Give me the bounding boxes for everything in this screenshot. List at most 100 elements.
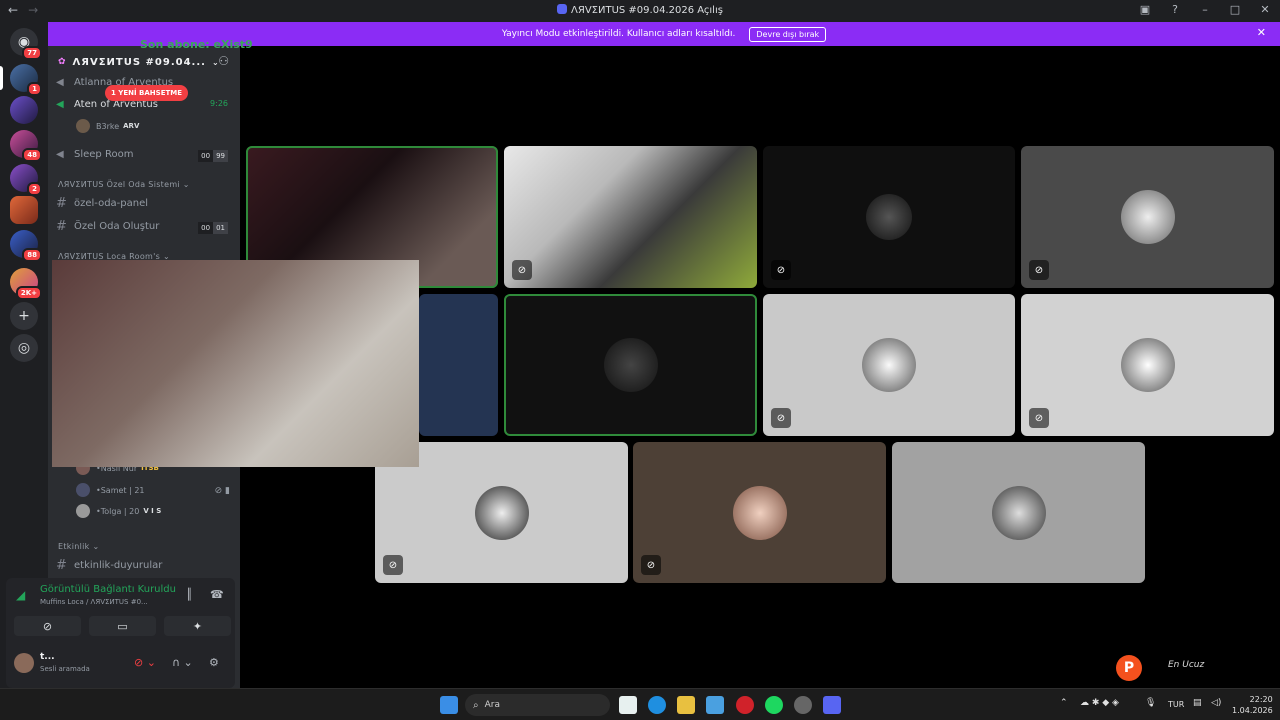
speaker-icon: ◀ xyxy=(56,148,64,160)
speaker-icon: ◀ xyxy=(56,98,64,110)
muted-mic-icon: ⊘ xyxy=(771,408,791,428)
microphone-icon[interactable]: 🎙 xyxy=(1145,698,1156,708)
category-ozel-oda[interactable]: ΛЯVΣИTUS Özel Oda Sistemi ⌄ xyxy=(58,180,190,189)
edge-icon[interactable] xyxy=(648,696,666,714)
channel-label: Sleep Room xyxy=(74,148,134,160)
user-count: 00 01 xyxy=(198,222,228,234)
inbox-icon[interactable]: ▣ xyxy=(1138,3,1152,16)
invite-icon[interactable]: ⚇ xyxy=(218,54,230,68)
opera-icon[interactable] xyxy=(736,696,754,714)
minimize-button[interactable]: – xyxy=(1198,3,1212,16)
avatar xyxy=(76,483,90,497)
avatar xyxy=(1120,338,1175,392)
video-tile[interactable] xyxy=(504,294,757,436)
headphones-icon[interactable]: ∩ ⌄ xyxy=(172,656,193,669)
server-icon-7[interactable]: 2K+ xyxy=(10,268,42,300)
settings-gear-icon[interactable]: ⚙ xyxy=(209,656,219,669)
muted-mic-icon: ⊘ xyxy=(641,555,661,575)
activities-button[interactable]: ✦ xyxy=(164,616,231,636)
store-icon[interactable] xyxy=(706,696,724,714)
video-tile[interactable]: ⊘ xyxy=(763,146,1015,288)
maximize-button[interactable]: □ xyxy=(1228,3,1242,16)
camera-toggle-button[interactable]: ⊘ xyxy=(14,616,81,636)
window-controls: ▣ ? – □ ✕ xyxy=(1138,3,1272,16)
banner-text: Yayıncı Modu etkinleştirildi. Kullanıcı … xyxy=(501,29,736,39)
server-badge: 1 xyxy=(27,82,42,96)
spotify-icon[interactable] xyxy=(765,696,783,714)
disconnect-icon[interactable]: ☎ xyxy=(210,588,224,601)
task-view-icon[interactable] xyxy=(619,696,637,714)
voice-user-name: B3rke xyxy=(96,121,120,131)
video-tile[interactable]: ⊘ xyxy=(633,442,886,583)
voice-status[interactable]: Görüntülü Bağlantı Kuruldu xyxy=(40,584,176,595)
voice-user[interactable]: • Samet | 21 xyxy=(76,482,145,498)
explore-button[interactable]: ◎ xyxy=(10,334,38,362)
voice-user[interactable]: • Tolga | 20 V I S xyxy=(76,503,161,519)
voice-user-name: Tolga | 20 xyxy=(100,506,140,516)
close-banner-icon[interactable]: ✕ xyxy=(1257,26,1266,39)
channel-ozel-oda-panel[interactable]: # özel-oda-panel xyxy=(56,194,148,212)
hash-icon: # xyxy=(56,557,67,573)
category-label: ΛЯVΣИTUS Özel Oda Sistemi xyxy=(58,180,180,189)
muted-mic-icon: ⊘ xyxy=(1029,260,1049,280)
user-name: t... xyxy=(40,652,55,662)
video-tile[interactable]: ⊘ xyxy=(1021,294,1274,436)
app-icon[interactable] xyxy=(794,696,812,714)
activities-icon: ✦ xyxy=(192,619,203,633)
server-icon-1[interactable]: 1 xyxy=(10,64,42,96)
file-explorer-icon[interactable] xyxy=(677,696,695,714)
channel-timer: 9:26 xyxy=(210,99,228,108)
taskbar-search[interactable]: ⌕ Ara xyxy=(465,694,610,716)
search-label: Ara xyxy=(484,700,500,710)
avatar xyxy=(603,338,658,392)
volume-icon[interactable]: ◁) xyxy=(1211,698,1221,708)
video-tile[interactable]: ⊘ xyxy=(763,294,1015,436)
avatar xyxy=(1120,190,1175,244)
count-limit: 01 xyxy=(213,222,228,234)
clock[interactable]: 22:20 1.04.2026 xyxy=(1232,694,1273,716)
server-name: ΛЯVΣИTUS #09.04... xyxy=(72,56,206,68)
channel-sleep-room[interactable]: ◀ Sleep Room xyxy=(56,145,133,163)
server-icon-3[interactable]: 48 xyxy=(10,130,42,162)
video-tile[interactable]: ⊘ xyxy=(504,146,757,288)
voice-panel: ◢ Görüntülü Bağlantı Kuruldu Muffins Loc… xyxy=(6,578,235,640)
mic-muted-icon[interactable]: ⊘ ⌄ xyxy=(134,656,156,669)
avatar xyxy=(991,485,1046,540)
disable-button[interactable]: Devre dışı bırak xyxy=(749,26,827,42)
add-server-button[interactable]: + xyxy=(10,302,38,330)
count-current: 00 xyxy=(198,222,214,234)
video-tile[interactable]: ⊘ xyxy=(1021,146,1274,288)
soundboard-icon[interactable]: ║ xyxy=(186,588,193,601)
network-icon[interactable]: ▤ xyxy=(1193,698,1202,708)
start-icon[interactable] xyxy=(440,696,458,714)
category-label: Etkinlik xyxy=(58,542,90,551)
language-indicator[interactable]: TUR xyxy=(1168,700,1184,709)
help-icon[interactable]: ? xyxy=(1168,3,1182,16)
category-etkinlik[interactable]: Etkinlik ⌄ xyxy=(58,542,99,551)
server-badge: 88 xyxy=(22,248,42,262)
camera-off-icon: ⊘ xyxy=(1029,408,1049,428)
video-tile[interactable] xyxy=(419,294,498,436)
avatar[interactable] xyxy=(14,653,34,673)
mention-badge[interactable]: 1 YENİ BAHSETME xyxy=(105,85,189,101)
screen-share-button[interactable]: ▭ xyxy=(89,616,156,636)
channel-ozel-oda-olustur[interactable]: # Özel Oda Oluştur xyxy=(56,217,159,235)
server-icon-2[interactable] xyxy=(10,96,38,124)
discord-icon[interactable] xyxy=(823,696,841,714)
server-icon-6[interactable]: 88 xyxy=(10,230,42,262)
video-tile[interactable] xyxy=(892,442,1145,583)
server-badge: 2 xyxy=(27,182,42,196)
user-count: 00 99 xyxy=(198,150,228,162)
server-icon-5[interactable] xyxy=(10,196,38,224)
server-icon-4[interactable]: 2 xyxy=(10,164,42,196)
close-button[interactable]: ✕ xyxy=(1258,3,1272,16)
date: 1.04.2026 xyxy=(1232,706,1273,715)
channel-etkinlik-duyurular[interactable]: # etkinlik-duyurular xyxy=(56,556,162,574)
voice-channel[interactable]: Muffins Loca / ΛЯVΣИTUS #0... xyxy=(40,598,148,606)
voice-user[interactable]: B3rke ARV xyxy=(76,118,139,134)
avatar xyxy=(76,504,90,518)
tray-icons[interactable]: ☁ ✱ ◆ ◈ xyxy=(1080,698,1119,708)
chevron-up-icon[interactable]: ⌃ xyxy=(1060,698,1068,708)
user-status: Sesli aramada xyxy=(40,665,90,673)
home-button[interactable]: ◉ 77 xyxy=(10,28,42,60)
